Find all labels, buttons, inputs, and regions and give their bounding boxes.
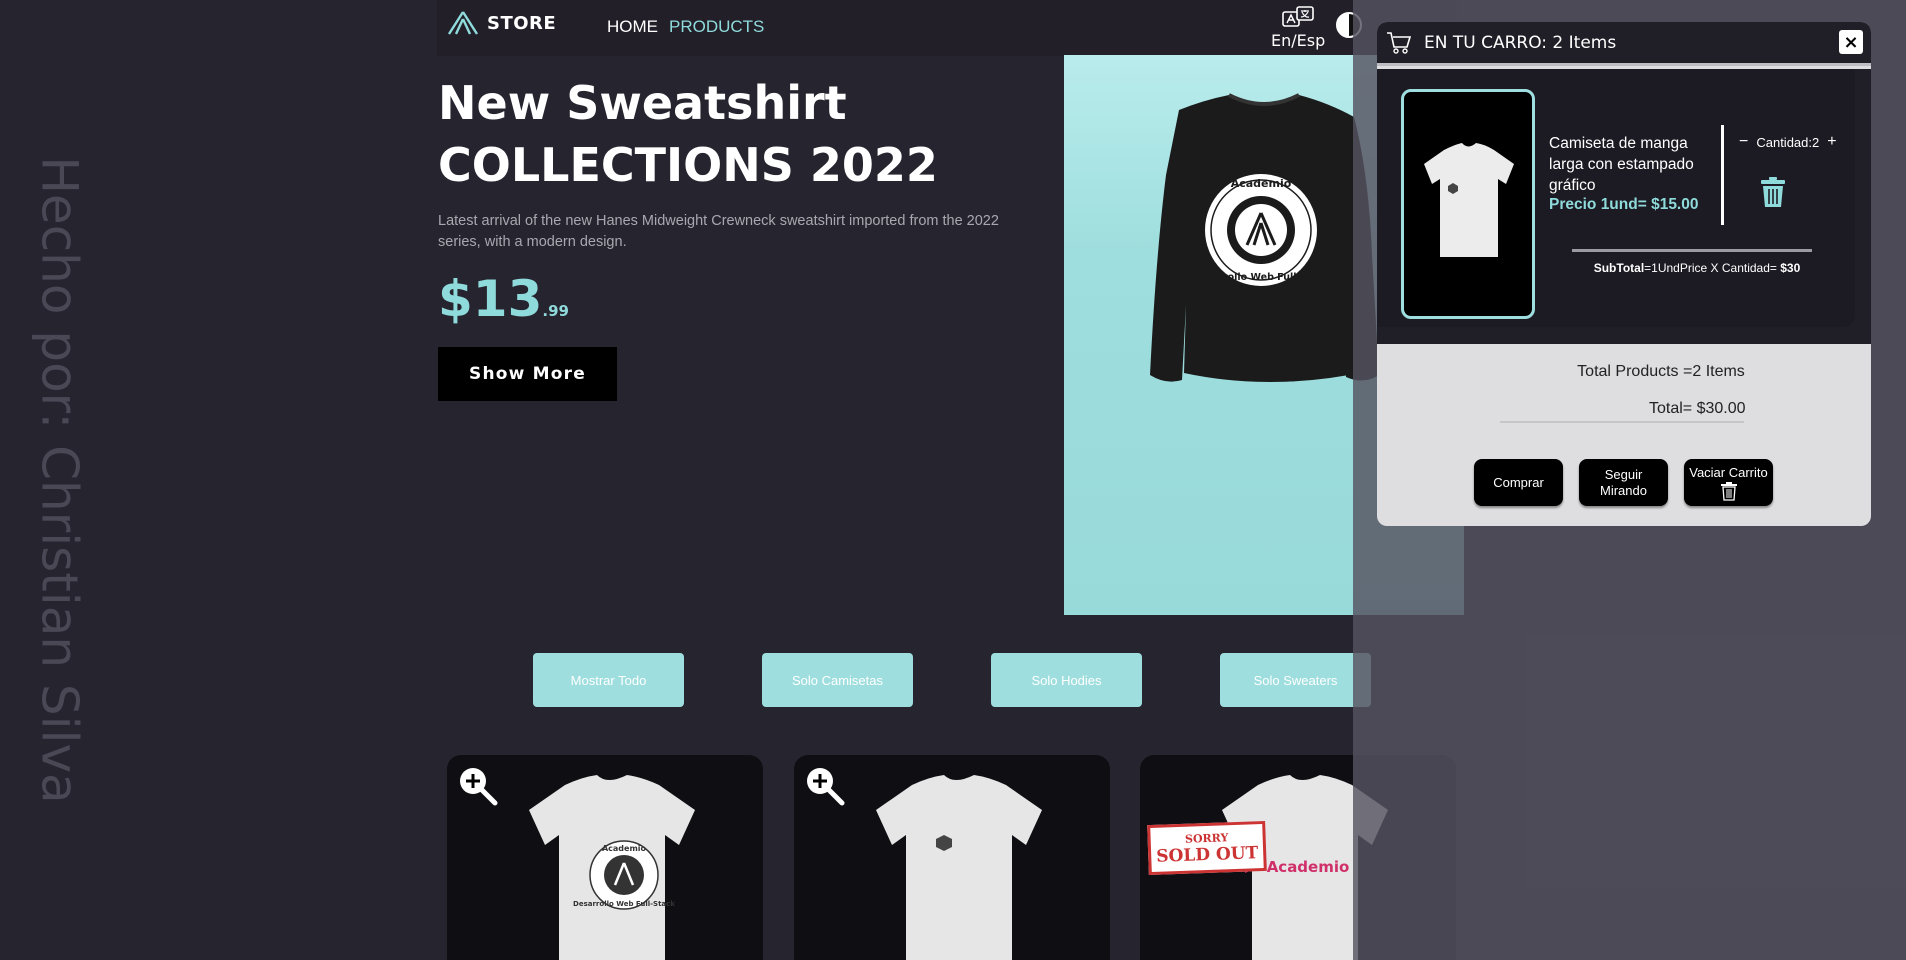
logo-icon	[447, 11, 479, 35]
cart-item-name: Camiseta de manga larga con estampado gr…	[1549, 135, 1694, 194]
nav-products-link[interactable]: PRODUCTS	[669, 17, 764, 37]
product-card[interactable]	[794, 755, 1110, 960]
qty-label: Cantidad:2	[1756, 134, 1820, 150]
filter-tshirts-button[interactable]: Solo Camisetas	[762, 653, 913, 707]
cart-item-price: Precio 1und= $15.00	[1549, 196, 1699, 213]
tshirt-print-bottom: Desarrollo Web Full-Stack	[573, 900, 675, 908]
filter-hoodies-button[interactable]: Solo Hodies	[991, 653, 1142, 707]
cart-header: EN TU CARRO: 2 Items ×	[1377, 22, 1871, 66]
subtotal-label: SubTotal	[1593, 261, 1645, 275]
brand-name: STORE	[487, 12, 557, 34]
close-cart-button[interactable]: ×	[1839, 30, 1863, 54]
qty-increase-button[interactable]: +	[1823, 133, 1840, 151]
sweatshirt-print-bottom: Desarrollo Web Full-Stack	[1192, 272, 1331, 283]
hero-title-line1: New Sweatshirt	[438, 76, 847, 130]
cart-items: Camiseta de manga larga con estampado gr…	[1377, 69, 1871, 344]
price-cents: .99	[542, 302, 569, 320]
sold-out-badge-bottom: SOLD OUT	[1155, 842, 1259, 867]
price-main: $13	[438, 270, 543, 328]
keep-browsing-label-line1: Seguir	[1604, 466, 1643, 482]
keep-browsing-label-line2: Mirando	[1600, 482, 1647, 498]
side-credit-text: Hecho por: Christian Silva	[31, 156, 89, 804]
filter-all-button[interactable]: Mostrar Todo	[533, 653, 684, 707]
cart-total: Total= $30.00	[1649, 400, 1746, 417]
side-credit: Hecho por: Christian Silva	[30, 156, 90, 803]
cart-item-subtotal: SubTotal=1UndPrice X Cantidad= $30	[1552, 261, 1842, 275]
brand-logo[interactable]: STORE	[447, 10, 556, 36]
hero-title-line2: COLLECTIONS 2022	[438, 138, 938, 192]
cart-item: Camiseta de manga larga con estampado gr…	[1377, 69, 1855, 327]
delete-item-icon[interactable]	[1759, 176, 1787, 208]
subtotal-divider	[1572, 249, 1812, 252]
keep-browsing-button[interactable]: Seguir Mirando	[1579, 459, 1668, 506]
cart-title: EN TU CARRO: 2 Items	[1424, 33, 1617, 53]
product-card[interactable]: Academio Desarrollo Web Full-Stack	[447, 755, 763, 960]
show-more-button[interactable]: Show More	[438, 347, 617, 401]
cart-item-divider	[1721, 125, 1724, 225]
hero-description: Latest arrival of the new Hanes Midweigh…	[438, 213, 999, 250]
language-label: En/Esp	[1271, 31, 1326, 50]
total-products: Total Products =2 Items	[1577, 363, 1745, 380]
subtotal-value: $30	[1780, 261, 1801, 275]
total-divider	[1500, 421, 1744, 423]
tshirt-print-text: Academio	[1267, 858, 1350, 876]
sold-out-badge: SORRY SOLD OUT	[1147, 820, 1267, 876]
cart-panel: EN TU CARRO: 2 Items × Camiseta de manga…	[1377, 22, 1871, 526]
nav-home-link[interactable]: HOME	[607, 17, 658, 37]
hero-price: $13.99	[438, 270, 569, 328]
tshirt-image	[876, 775, 1042, 960]
empty-cart-button[interactable]: Vaciar Carrito	[1684, 459, 1773, 506]
subtotal-formula: =1UndPrice X Cantidad=	[1644, 261, 1781, 275]
empty-cart-label: Vaciar Carrito	[1689, 464, 1768, 480]
buy-button[interactable]: Comprar	[1474, 459, 1563, 506]
tshirt-thumbnail	[1424, 143, 1514, 257]
tshirt-print-top: Academio	[602, 844, 647, 853]
quantity-stepper: − Cantidad:2 +	[1735, 133, 1841, 151]
language-toggle[interactable]: En/Esp	[1271, 6, 1325, 50]
tshirt-image: Academio Desarrollo Web Full-Stack	[529, 775, 695, 960]
filter-sweaters-button[interactable]: Solo Sweaters	[1220, 653, 1371, 707]
trash-icon	[1720, 481, 1737, 501]
sweatshirt-print-top: Academio	[1231, 177, 1292, 190]
qty-decrease-button[interactable]: −	[1735, 133, 1752, 151]
cart-icon	[1387, 32, 1412, 54]
buy-button-label: Comprar	[1493, 474, 1544, 490]
hero-title: New Sweatshirt COLLECTIONS 2022	[438, 72, 938, 196]
cart-item-image	[1401, 89, 1535, 319]
translate-icon	[1282, 6, 1314, 27]
